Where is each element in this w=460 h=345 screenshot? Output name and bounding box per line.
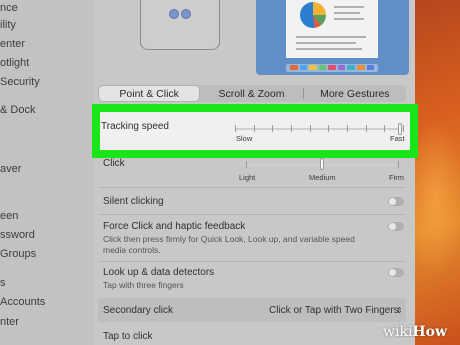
tracking-tick	[309, 125, 311, 132]
gesture-preview-card	[140, 0, 220, 50]
force-click-label: Force Click and haptic feedback	[103, 221, 246, 232]
sidebar-item-users-groups[interactable]: Groups	[0, 248, 36, 260]
sidebar-item-screen-saver[interactable]: aver	[0, 163, 21, 175]
sidebar-item-accessibility[interactable]: ility	[0, 19, 16, 31]
finger-dot-icon	[169, 9, 179, 19]
chevron-updown-icon: ⇕	[396, 306, 403, 315]
dock-preview	[286, 64, 378, 72]
tracking-tick	[328, 125, 330, 132]
silent-clicking-toggle[interactable]	[388, 197, 404, 206]
sidebar-item-internet-accounts[interactable]: Accounts	[0, 296, 45, 308]
tracking-tick	[403, 125, 404, 132]
sidebar-item-appearance[interactable]: nce	[0, 2, 18, 14]
tracking-tick	[291, 125, 292, 132]
document-preview	[286, 0, 378, 58]
gesture-preview-video	[256, 0, 409, 75]
pie-chart-thumbnail	[300, 2, 326, 28]
tracking-tick	[384, 125, 386, 132]
sidebar-item-desktop-dock[interactable]: & Dock	[0, 104, 35, 116]
sidebar-item-control-center[interactable]: enter	[0, 38, 25, 50]
tracking-tick	[235, 125, 236, 132]
finger-dot-icon	[181, 9, 191, 19]
lookup-description: Tap with three fingers	[103, 280, 184, 290]
sidebar-item-login-password[interactable]: ssword	[0, 229, 35, 241]
sidebar-item-spotlight[interactable]: otlight	[0, 57, 29, 69]
click-tick	[398, 161, 399, 168]
secondary-click-label: Secondary click	[103, 305, 174, 316]
force-click-toggle[interactable]	[388, 222, 404, 231]
tab-scroll-zoom[interactable]: Scroll & Zoom	[201, 86, 301, 101]
tracking-tick	[253, 125, 255, 132]
click-medium-label: Medium	[309, 173, 336, 182]
sidebar-item-passwords[interactable]: s	[0, 277, 6, 289]
sidebar-item-game-center[interactable]: nter	[0, 316, 19, 328]
tracking-speed-slider[interactable]	[235, 128, 403, 130]
lookup-label: Look up & data detectors	[103, 267, 215, 278]
tab-point-click[interactable]: Point & Click	[99, 86, 200, 101]
tracking-speed-highlight: Tracking speed Slow Fast	[92, 104, 418, 158]
click-pressure-knob[interactable]	[320, 158, 324, 170]
click-pressure-label: Click	[103, 158, 125, 169]
lookup-toggle[interactable]	[388, 268, 404, 277]
tracking-tick	[347, 125, 348, 132]
click-tick	[246, 161, 247, 168]
trackpad-settings-pane: Point & Click Scroll & Zoom More Gesture…	[92, 0, 418, 345]
click-light-label: Light	[239, 173, 256, 182]
slow-label: Slow	[236, 134, 253, 143]
sidebar-item-privacy-security[interactable]: Security	[0, 76, 40, 88]
trackpad-tab-bar: Point & Click Scroll & Zoom More Gesture…	[98, 85, 406, 102]
tracking-tick	[272, 125, 274, 132]
tracking-tick	[365, 125, 367, 132]
tab-separator	[302, 88, 304, 99]
tracking-speed-label: Tracking speed	[101, 121, 169, 132]
force-click-description-1: Click then press firmly for Quick Look, …	[103, 234, 355, 244]
sidebar-item-lock-screen[interactable]: een	[0, 210, 18, 222]
desktop-wallpaper	[405, 0, 460, 345]
secondary-click-select[interactable]: Click or Tap with Two Fingers	[269, 305, 399, 316]
row-divider	[98, 187, 406, 188]
tap-to-click-label: Tap to click	[103, 331, 153, 342]
row-divider	[98, 261, 406, 262]
fast-label: Fast	[390, 134, 405, 143]
wikihow-watermark: wikiHow	[383, 324, 448, 340]
silent-clicking-label: Silent clicking	[103, 196, 164, 207]
row-divider	[98, 214, 406, 215]
tab-more-gestures[interactable]: More Gestures	[305, 86, 405, 101]
secondary-click-row: Secondary click Click or Tap with Two Fi…	[98, 298, 406, 322]
force-click-description-2: media controls.	[103, 245, 161, 255]
click-firm-label: Firm	[389, 173, 404, 182]
settings-sidebar: nce ility enter otlight Security & Dock …	[0, 0, 94, 345]
